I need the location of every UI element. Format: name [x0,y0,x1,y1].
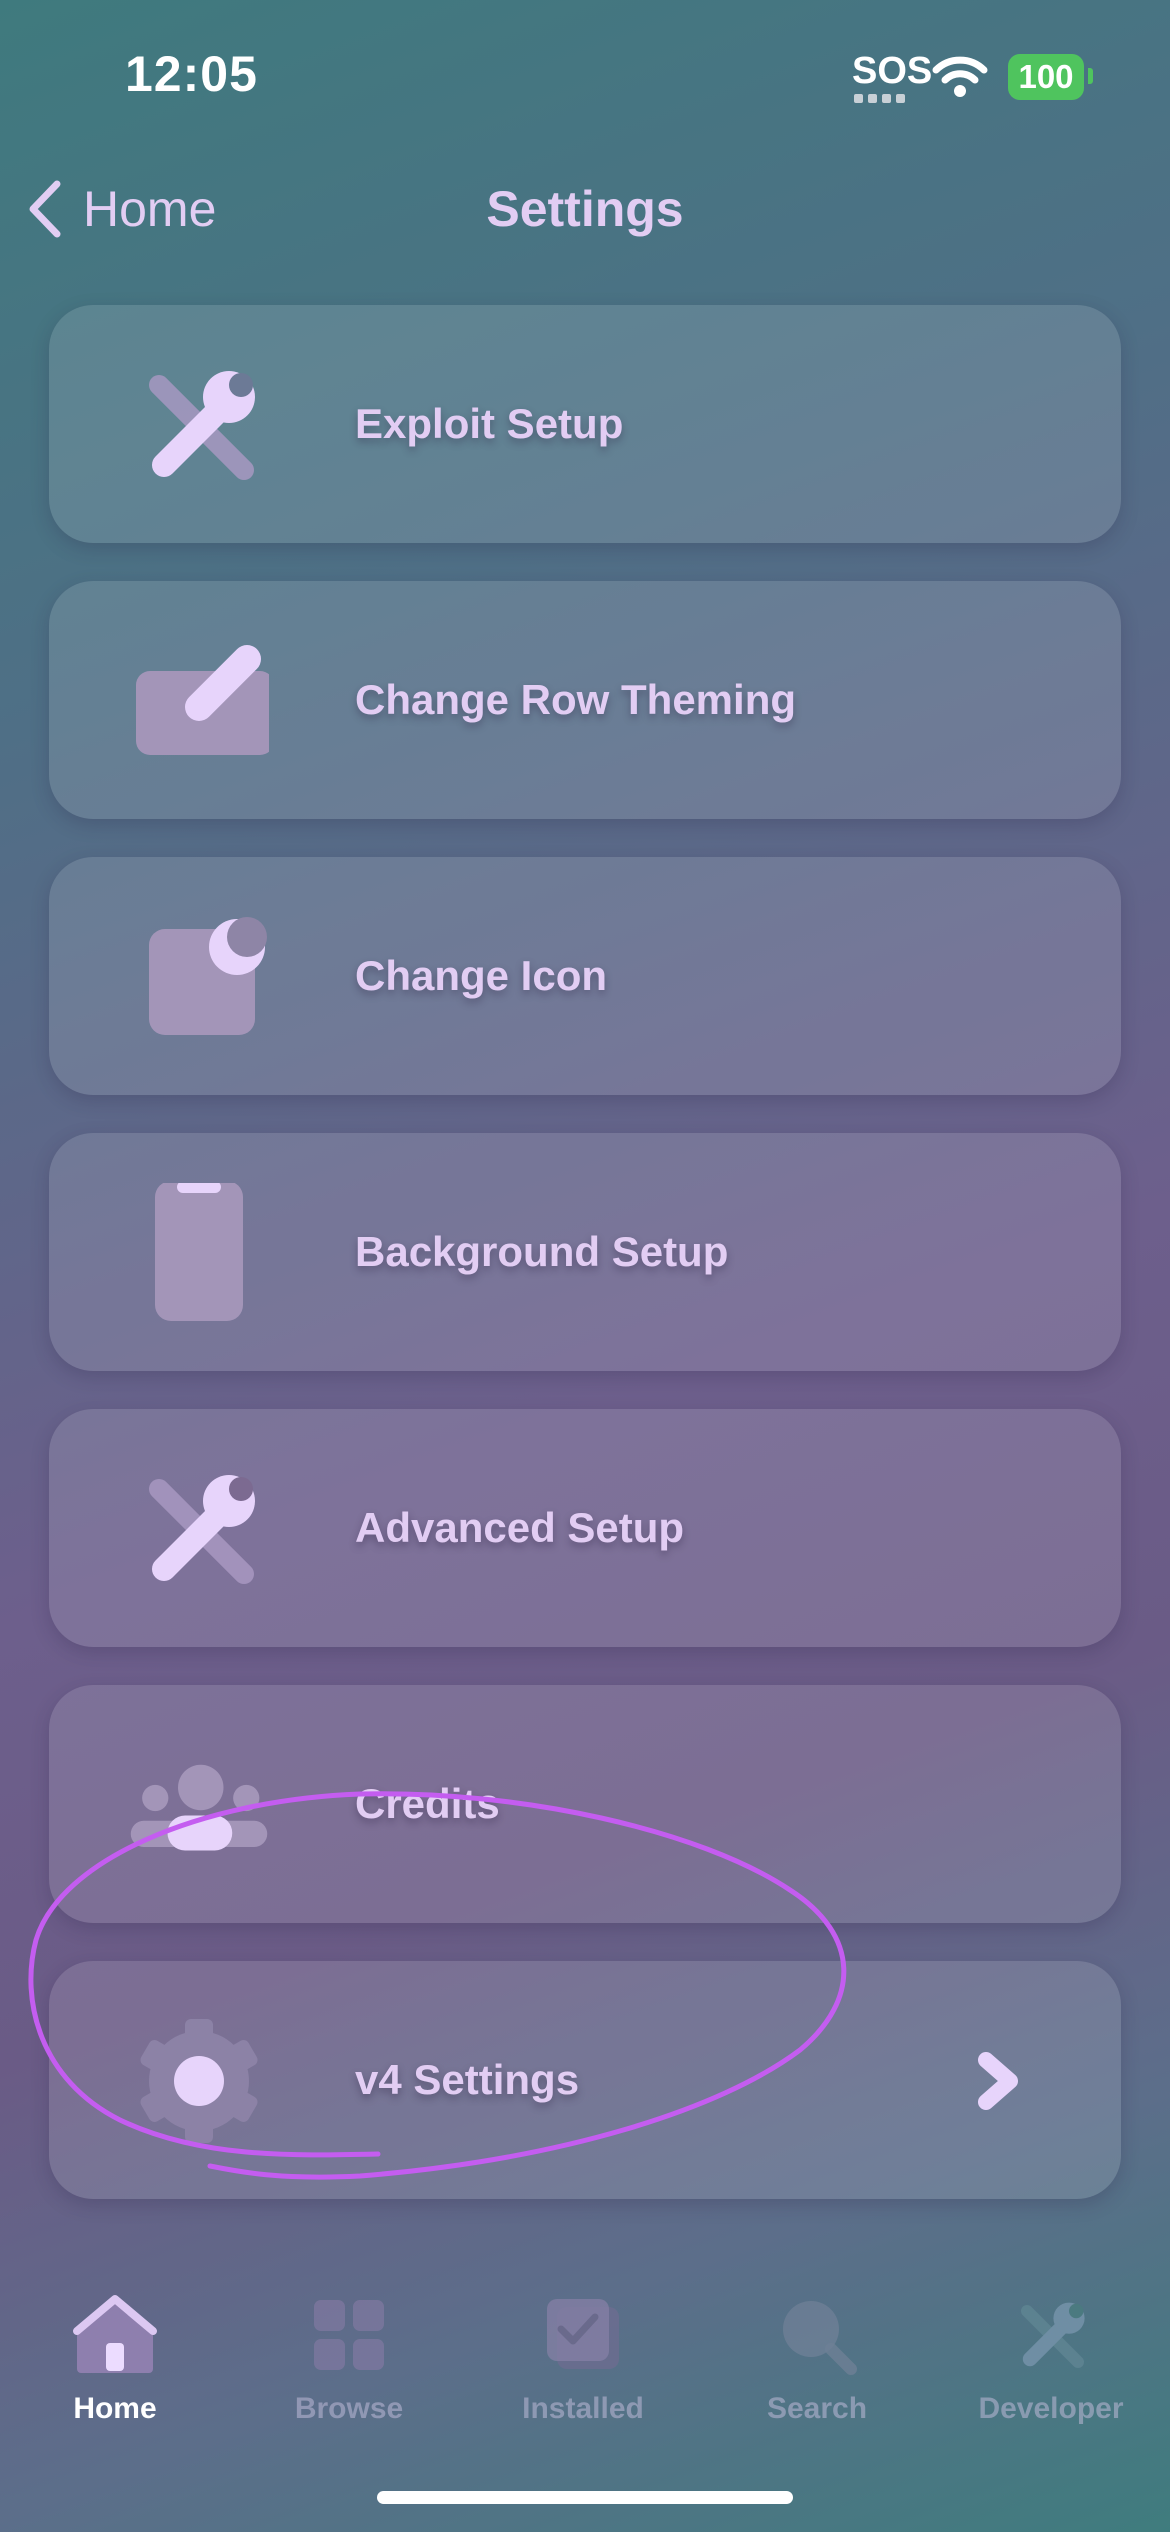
row-advanced-setup[interactable]: Advanced Setup [49,1409,1121,1647]
tab-search[interactable]: Search [702,2290,932,2430]
battery-cap [1088,68,1093,84]
row-label: Advanced Setup [355,1504,685,1551]
tab-bar: Home Browse Installed Search Developer [0,2290,1170,2430]
row-label: Change Row Theming [355,676,796,723]
clock: 12:05 [125,46,258,102]
tab-label: Home [73,2392,157,2425]
pencil-icon [129,631,269,771]
phone-icon [129,1183,269,1323]
row-change-row-theming[interactable]: Change Row Theming [49,581,1121,819]
row-label: Change Icon [355,952,608,999]
gear-icon [129,2011,269,2151]
page-title: Settings [486,181,684,237]
tab-label: Browse [294,2392,404,2425]
chevron-right-icon [978,2052,1018,2110]
row-change-icon[interactable]: Change Icon [49,857,1121,1095]
home-indicator [377,2491,793,2504]
row-credits[interactable]: Credits [49,1685,1121,1923]
wrench-screwdriver-icon [1006,2290,1096,2380]
signal-dots [854,94,905,103]
wrench-screwdriver-icon [129,355,269,495]
wrench-screwdriver-icon [129,1459,269,1599]
row-background-setup[interactable]: Background Setup [49,1133,1121,1371]
app-icon [129,907,269,1047]
tab-label: Search [766,2392,868,2425]
row-v4-settings[interactable]: v4 Settings [49,1961,1121,2199]
carrier-label: SOS [852,50,933,92]
battery-icon: 100 [1008,54,1084,100]
tab-installed[interactable]: Installed [468,2290,698,2430]
tab-browse[interactable]: Browse [234,2290,464,2430]
status-bar: 12:05 SOS 100 [0,0,1170,150]
row-label: Background Setup [355,1228,729,1275]
row-label: v4 Settings [355,2056,580,2103]
wifi-icon [932,56,988,97]
row-label: Credits [355,1780,500,1827]
grid-icon [304,2290,394,2380]
tab-label: Installed [522,2392,644,2425]
house-icon [70,2290,160,2380]
tab-label: Developer [978,2392,1124,2425]
checkbox-icon [538,2290,628,2380]
magnifier-icon [772,2290,862,2380]
tab-home[interactable]: Home [0,2290,230,2430]
navigation-bar: Home Settings [0,160,1170,260]
row-exploit-setup[interactable]: Exploit Setup [49,305,1121,543]
people-icon [129,1735,269,1875]
tab-developer[interactable]: Developer [936,2290,1166,2430]
row-label: Exploit Setup [355,400,624,447]
